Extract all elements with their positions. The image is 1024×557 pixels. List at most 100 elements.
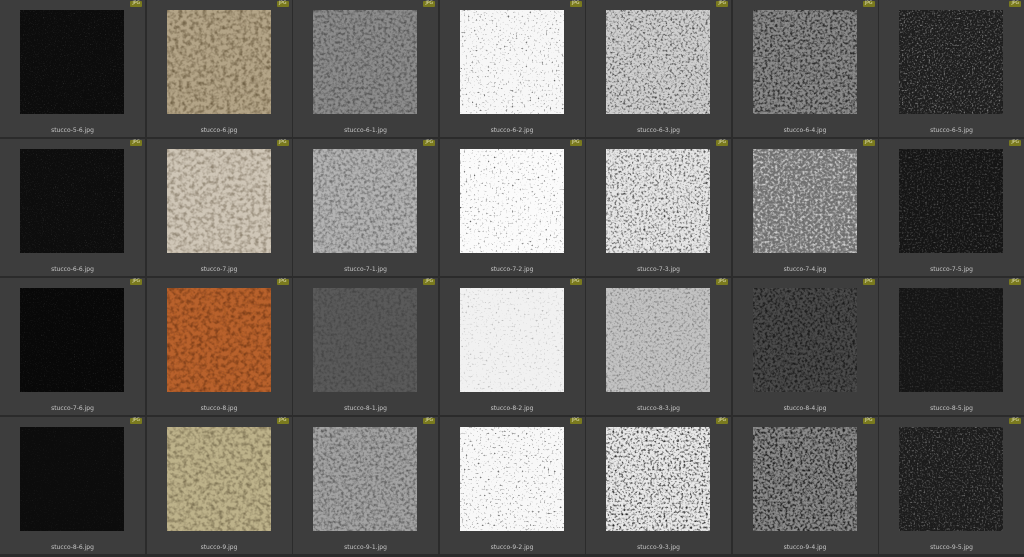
file-type-badge: JPG [423, 279, 435, 285]
texture-preview-image [606, 10, 710, 114]
thumbnail-tile[interactable]: JPG stucco-6-1.jpg [293, 0, 438, 137]
thumbnail-image[interactable] [899, 427, 1003, 531]
file-name-label[interactable]: stucco-6.jpg [147, 127, 292, 135]
thumbnail-image[interactable] [459, 149, 564, 253]
thumbnail-image[interactable] [606, 427, 710, 531]
file-name-label[interactable]: stucco-9.jpg [147, 544, 292, 552]
thumbnail-tile[interactable]: JPG stucco-8.jpg [146, 278, 292, 415]
file-type-badge: JPG [862, 140, 875, 146]
thumbnail-tile[interactable]: JPG stucco-6-6.jpg [0, 139, 145, 276]
texture-preview-image [313, 427, 417, 531]
file-name-label[interactable]: stucco-7-5.jpg [879, 266, 1024, 274]
file-name-label[interactable]: stucco-7-6.jpg [0, 405, 145, 413]
thumbnail-tile[interactable]: JPG stucco-8-6.jpg [0, 417, 145, 554]
thumbnail-image[interactable] [899, 10, 1003, 114]
thumbnail-tile[interactable]: JPG stucco-8-3.jpg [586, 278, 731, 415]
thumbnail-tile[interactable]: JPG stucco-6.jpg [146, 0, 292, 137]
thumbnail-tile[interactable]: JPG stucco-9-4.jpg [732, 417, 878, 554]
file-name-label[interactable]: stucco-6-3.jpg [586, 127, 731, 135]
file-type-badge: JPG [276, 418, 289, 424]
file-name-label[interactable]: stucco-8.jpg [147, 405, 292, 413]
file-type-badge: JPG [1009, 279, 1021, 285]
thumbnail-tile[interactable]: JPG stucco-9-1.jpg [293, 417, 438, 554]
file-type-badge: JPG [716, 1, 728, 7]
file-name-label[interactable]: stucco-6-4.jpg [733, 127, 878, 135]
thumbnail-tile[interactable]: JPG stucco-8-5.jpg [879, 278, 1024, 415]
thumbnail-image[interactable] [752, 149, 857, 253]
thumbnail-image[interactable] [899, 288, 1003, 392]
thumbnail-tile[interactable]: JPG stucco-9-3.jpg [586, 417, 731, 554]
thumbnail-tile[interactable]: JPG stucco-9-5.jpg [879, 417, 1024, 554]
thumbnail-image[interactable] [313, 427, 417, 531]
file-type-badge: JPG [1009, 140, 1021, 146]
thumbnail-image[interactable] [20, 149, 124, 253]
texture-preview-image [606, 288, 710, 392]
thumbnail-tile[interactable]: JPG stucco-7-6.jpg [0, 278, 145, 415]
thumbnail-tile[interactable]: JPG stucco-6-3.jpg [586, 0, 731, 137]
texture-preview-image [752, 149, 857, 253]
texture-preview-image [899, 10, 1003, 114]
thumbnail-tile[interactable]: JPG stucco-5-6.jpg [0, 0, 145, 137]
thumbnail-image[interactable] [459, 288, 564, 392]
thumbnail-image[interactable] [20, 10, 124, 114]
thumbnail-image[interactable] [313, 288, 417, 392]
file-name-label[interactable]: stucco-6-5.jpg [879, 127, 1024, 135]
file-name-label[interactable]: stucco-7.jpg [147, 266, 292, 274]
file-name-label[interactable]: stucco-8-4.jpg [733, 405, 878, 413]
thumbnail-tile[interactable]: JPG stucco-6-2.jpg [439, 0, 585, 137]
thumbnail-image[interactable] [606, 149, 710, 253]
thumbnail-image[interactable] [752, 288, 857, 392]
thumbnail-image[interactable] [606, 288, 710, 392]
thumbnail-image[interactable] [606, 10, 710, 114]
thumbnail-tile[interactable]: JPG stucco-9-2.jpg [439, 417, 585, 554]
file-type-badge: JPG [423, 1, 435, 7]
thumbnail-image[interactable] [20, 288, 124, 392]
thumbnail-image[interactable] [166, 10, 271, 114]
thumbnail-tile[interactable]: JPG stucco-7-1.jpg [293, 139, 438, 276]
thumbnail-tile[interactable]: JPG stucco-8-4.jpg [732, 278, 878, 415]
file-name-label[interactable]: stucco-9-2.jpg [440, 544, 585, 552]
file-name-label[interactable]: stucco-5-6.jpg [0, 127, 145, 135]
thumbnail-image[interactable] [752, 427, 857, 531]
texture-preview-image [459, 149, 564, 253]
thumbnail-image[interactable] [313, 149, 417, 253]
file-name-label[interactable]: stucco-8-2.jpg [440, 405, 585, 413]
file-name-label[interactable]: stucco-7-2.jpg [440, 266, 585, 274]
file-name-label[interactable]: stucco-8-3.jpg [586, 405, 731, 413]
thumbnail-image[interactable] [459, 427, 564, 531]
thumbnail-tile[interactable]: JPG stucco-8-2.jpg [439, 278, 585, 415]
thumbnail-image[interactable] [459, 10, 564, 114]
thumbnail-image[interactable] [313, 10, 417, 114]
thumbnail-tile[interactable]: JPG stucco-7-4.jpg [732, 139, 878, 276]
thumbnail-image[interactable] [166, 149, 271, 253]
thumbnail-image[interactable] [166, 288, 271, 392]
thumbnail-tile[interactable]: JPG stucco-7-5.jpg [879, 139, 1024, 276]
file-name-label[interactable]: stucco-8-1.jpg [293, 405, 438, 413]
file-name-label[interactable]: stucco-9-5.jpg [879, 544, 1024, 552]
file-name-label[interactable]: stucco-9-4.jpg [733, 544, 878, 552]
texture-preview-image [752, 427, 857, 531]
thumbnail-tile[interactable]: JPG stucco-7.jpg [146, 139, 292, 276]
file-name-label[interactable]: stucco-7-1.jpg [293, 266, 438, 274]
thumbnail-tile[interactable]: JPG stucco-7-2.jpg [439, 139, 585, 276]
thumbnail-image[interactable] [20, 427, 124, 531]
file-name-label[interactable]: stucco-8-6.jpg [0, 544, 145, 552]
file-name-label[interactable]: stucco-7-3.jpg [586, 266, 731, 274]
thumbnail-image[interactable] [752, 10, 857, 114]
file-name-label[interactable]: stucco-6-6.jpg [0, 266, 145, 274]
file-type-badge: JPG [130, 418, 142, 424]
thumbnail-image[interactable] [899, 149, 1003, 253]
thumbnail-tile[interactable]: JPG stucco-8-1.jpg [293, 278, 438, 415]
file-name-label[interactable]: stucco-9-3.jpg [586, 544, 731, 552]
file-name-label[interactable]: stucco-9-1.jpg [293, 544, 438, 552]
thumbnail-tile[interactable]: JPG stucco-6-4.jpg [732, 0, 878, 137]
file-name-label[interactable]: stucco-6-2.jpg [440, 127, 585, 135]
thumbnail-tile[interactable]: JPG stucco-6-5.jpg [879, 0, 1024, 137]
file-name-label[interactable]: stucco-8-5.jpg [879, 405, 1024, 413]
thumbnail-tile[interactable]: JPG stucco-7-3.jpg [586, 139, 731, 276]
thumbnail-image[interactable] [166, 427, 271, 531]
file-name-label[interactable]: stucco-6-1.jpg [293, 127, 438, 135]
thumbnail-tile[interactable]: JPG stucco-9.jpg [146, 417, 292, 554]
file-type-badge: JPG [130, 1, 142, 7]
file-name-label[interactable]: stucco-7-4.jpg [733, 266, 878, 274]
